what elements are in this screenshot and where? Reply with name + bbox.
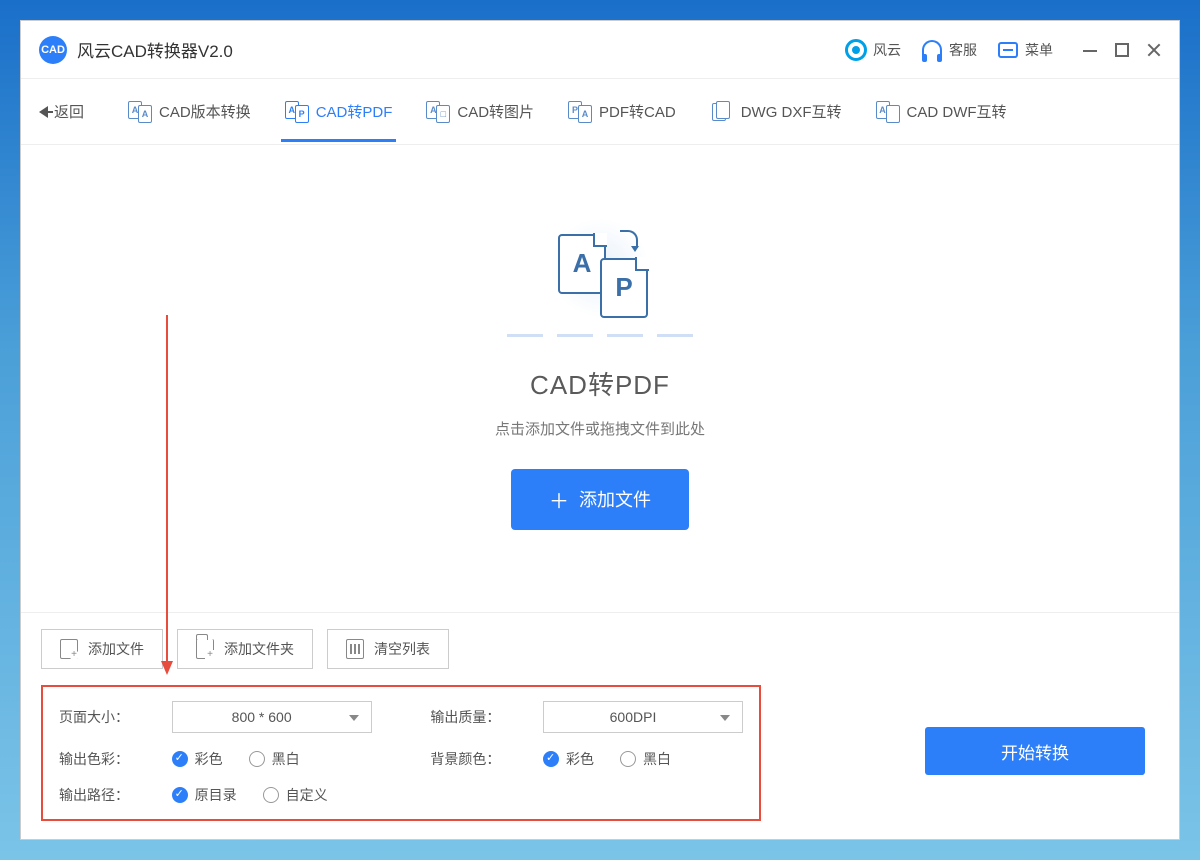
- clear-list-label: 清空列表: [374, 639, 430, 659]
- output-path-original-radio[interactable]: 原目录: [172, 785, 237, 805]
- doc-convert-icon: AA: [128, 101, 152, 123]
- menu-label: 菜单: [1025, 40, 1053, 60]
- add-file-button[interactable]: 添加文件: [41, 629, 163, 669]
- decorative-dashes: [507, 334, 693, 337]
- radio-unchecked-icon: [620, 751, 636, 767]
- annotation-arrow-icon: [161, 315, 173, 680]
- output-quality-value: 600DPI: [610, 709, 657, 725]
- radio-label: 彩色: [566, 749, 594, 769]
- doc-convert-icon: AP: [285, 101, 309, 123]
- tab-cad-to-pdf[interactable]: AP CAD转PDF: [281, 83, 397, 141]
- maximize-button[interactable]: [1115, 43, 1129, 57]
- tab-label: PDF转CAD: [599, 101, 676, 122]
- output-color-color-radio[interactable]: 彩色: [172, 749, 223, 769]
- radio-checked-icon: [172, 787, 188, 803]
- menu-button[interactable]: 菜单: [997, 39, 1053, 61]
- start-convert-button[interactable]: 开始转换: [925, 727, 1145, 775]
- tab-label: DWG DXF互转: [741, 101, 842, 122]
- page-size-label: 页面大小：: [59, 707, 156, 727]
- doc-convert-icon: A□: [426, 101, 450, 123]
- tabbar: 返回 AA CAD版本转换 AP CAD转PDF A□ CAD转图片 PA PD…: [21, 79, 1179, 145]
- bottom-panel: 添加文件 添加文件夹 清空列表 页面大小： 800 * 600 输出质量： 60…: [21, 612, 1179, 839]
- drop-zone[interactable]: A P CAD转PDF 点击添加文件或拖拽文件到此处 ＋ 添加文件: [21, 145, 1179, 612]
- radio-label: 黑白: [643, 749, 671, 769]
- titlebar-right: 风云 客服 菜单: [845, 39, 1161, 61]
- app-window: CAD 风云CAD转换器V2.0 风云 客服 菜单: [20, 20, 1180, 840]
- doc-convert-icon: A: [876, 101, 900, 123]
- app-title: 风云CAD转换器V2.0: [77, 37, 233, 62]
- fengyun-label: 风云: [873, 40, 901, 60]
- trash-icon: [346, 639, 364, 659]
- radio-label: 原目录: [195, 785, 237, 805]
- output-quality-select[interactable]: 600DPI: [543, 701, 743, 733]
- add-file-label: 添加文件: [579, 486, 651, 512]
- radio-unchecked-icon: [249, 751, 265, 767]
- drop-title: CAD转PDF: [530, 365, 670, 402]
- add-folder-button[interactable]: 添加文件夹: [177, 629, 313, 669]
- page-size-select[interactable]: 800 * 600: [172, 701, 372, 733]
- tab-label: CAD转图片: [457, 101, 534, 122]
- tab-cad-version[interactable]: AA CAD版本转换: [124, 83, 255, 141]
- radio-label: 自定义: [286, 785, 328, 805]
- tab-label: CAD版本转换: [159, 101, 251, 122]
- add-file-label: 添加文件: [88, 639, 144, 659]
- tab-cad-dwf[interactable]: A CAD DWF互转: [872, 83, 1011, 141]
- output-quality-label: 输出质量：: [430, 707, 527, 727]
- drop-hint: 点击添加文件或拖拽文件到此处: [495, 418, 705, 439]
- plus-icon: ＋: [549, 485, 569, 514]
- add-folder-label: 添加文件夹: [224, 639, 294, 659]
- file-button-row: 添加文件 添加文件夹 清空列表: [41, 629, 1159, 669]
- close-button[interactable]: [1147, 43, 1161, 57]
- tab-label: CAD DWF互转: [907, 101, 1007, 122]
- kefu-label: 客服: [949, 40, 977, 60]
- back-label: 返回: [54, 101, 84, 122]
- doc-stack-icon: [710, 101, 734, 123]
- radio-checked-icon: [543, 751, 559, 767]
- radio-unchecked-icon: [263, 787, 279, 803]
- output-color-label: 输出色彩：: [59, 749, 156, 769]
- tab-cad-to-image[interactable]: A□ CAD转图片: [422, 83, 538, 141]
- output-color-bw-radio[interactable]: 黑白: [249, 749, 300, 769]
- tab-dwg-dxf[interactable]: DWG DXF互转: [706, 83, 846, 141]
- output-path-custom-radio[interactable]: 自定义: [263, 785, 328, 805]
- bg-color-bw-radio[interactable]: 黑白: [620, 749, 671, 769]
- folder-add-icon: [196, 639, 214, 659]
- fengyun-button[interactable]: 风云: [845, 39, 901, 61]
- bg-color-label: 背景颜色：: [430, 749, 527, 769]
- target-icon: [845, 39, 867, 61]
- minimize-button[interactable]: [1083, 43, 1097, 57]
- page-size-value: 800 * 600: [232, 709, 292, 725]
- bg-color-group: 彩色 黑白: [543, 749, 743, 769]
- headset-icon: [921, 39, 943, 61]
- app-logo-icon: CAD: [39, 36, 67, 64]
- back-button[interactable]: 返回: [39, 101, 84, 122]
- titlebar: CAD 风云CAD转换器V2.0 风云 客服 菜单: [21, 21, 1179, 79]
- output-path-group: 原目录 自定义: [172, 785, 743, 805]
- arrow-left-icon: [39, 106, 48, 118]
- doc-convert-icon: PA: [568, 101, 592, 123]
- bg-color-color-radio[interactable]: 彩色: [543, 749, 594, 769]
- customer-service-button[interactable]: 客服: [921, 39, 977, 61]
- options-panel: 页面大小： 800 * 600 输出质量： 600DPI 输出色彩： 彩色 黑白: [41, 685, 761, 821]
- tab-label: CAD转PDF: [316, 101, 393, 122]
- radio-checked-icon: [172, 751, 188, 767]
- tab-pdf-to-cad[interactable]: PA PDF转CAD: [564, 83, 680, 141]
- window-controls: [1083, 43, 1161, 57]
- conversion-illustration-icon: A P: [550, 228, 650, 318]
- add-file-main-button[interactable]: ＋ 添加文件: [511, 469, 689, 530]
- clear-list-button[interactable]: 清空列表: [327, 629, 449, 669]
- output-color-group: 彩色 黑白: [172, 749, 372, 769]
- output-path-label: 输出路径：: [59, 785, 156, 805]
- radio-label: 黑白: [272, 749, 300, 769]
- radio-label: 彩色: [195, 749, 223, 769]
- menu-icon: [997, 39, 1019, 61]
- file-add-icon: [60, 639, 78, 659]
